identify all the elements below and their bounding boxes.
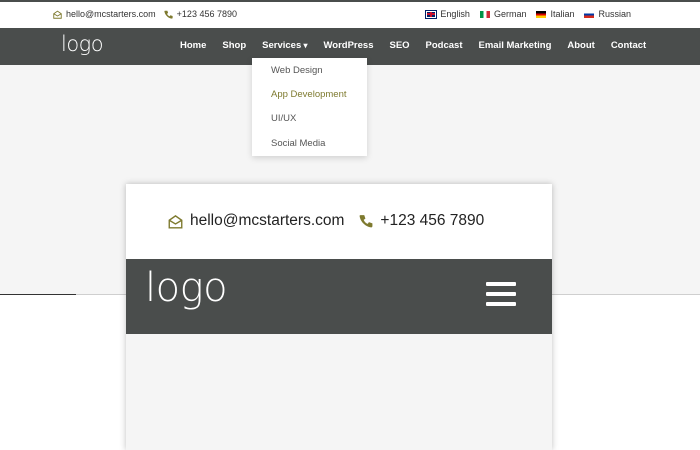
nav-item-seo[interactable]: SEO — [389, 40, 409, 51]
phone-icon — [360, 215, 373, 228]
top-phone-link[interactable]: +123 456 7890 — [164, 9, 237, 19]
top-email-link[interactable]: hello@mcstarters.com — [53, 9, 156, 19]
mobile-top-bar: hello@mcstarters.com +123 456 7890 — [126, 184, 552, 259]
top-email-text: hello@mcstarters.com — [66, 9, 156, 19]
hamburger-line — [486, 302, 516, 306]
dropdown-item-app-development[interactable]: App Development — [271, 89, 347, 100]
top-info-bar: hello@mcstarters.com +123 456 7890 Engli… — [0, 0, 700, 28]
hamburger-line — [486, 282, 516, 286]
language-russian[interactable]: Russian — [584, 9, 631, 19]
language-label: Italian — [550, 9, 575, 19]
nav-item-about[interactable]: About — [567, 40, 594, 51]
top-contact-info: hello@mcstarters.com +123 456 7890 — [53, 9, 245, 19]
services-dropdown: Web Design App Development UI/UX Social … — [252, 58, 367, 156]
mobile-site-logo[interactable]: logo — [145, 265, 228, 311]
nav-item-services[interactable]: Services — [262, 40, 307, 51]
mobile-navbar: logo — [126, 259, 552, 334]
envelope-icon — [53, 10, 62, 19]
site-logo[interactable]: logo — [61, 32, 104, 56]
nav-item-podcast[interactable]: Podcast — [426, 40, 463, 51]
section-divider-accent — [0, 294, 76, 295]
language-label: Russian — [598, 9, 631, 19]
flag-uk-icon — [425, 9, 438, 19]
nav-item-wordpress[interactable]: WordPress — [324, 40, 374, 51]
mobile-header-preview: hello@mcstarters.com +123 456 7890 logo — [126, 184, 552, 450]
flag-italy-icon — [479, 10, 490, 18]
flag-russia-icon — [584, 10, 595, 18]
mobile-phone-link[interactable]: +123 456 7890 — [359, 212, 484, 230]
language-label: German — [493, 9, 527, 19]
main-menu: Home Shop Services WordPress SEO Podcast… — [180, 40, 662, 51]
dropdown-item-web-design[interactable]: Web Design — [271, 65, 323, 76]
flag-germany-icon — [536, 10, 547, 18]
envelope-icon — [168, 214, 183, 228]
phone-icon — [164, 10, 173, 19]
dropdown-item-social-media[interactable]: Social Media — [271, 138, 325, 149]
nav-item-email-marketing[interactable]: Email Marketing — [479, 40, 552, 51]
hamburger-icon[interactable] — [486, 282, 516, 310]
dropdown-item-ui-ux[interactable]: UI/UX — [271, 113, 296, 124]
top-phone-text: +123 456 7890 — [176, 9, 237, 19]
mobile-phone-text: +123 456 7890 — [380, 212, 485, 229]
nav-item-home[interactable]: Home — [180, 40, 206, 51]
mobile-contact-info: hello@mcstarters.com +123 456 7890 — [168, 212, 499, 230]
hamburger-line — [486, 292, 516, 296]
language-switcher: English German Italian Russian — [416, 9, 631, 19]
mobile-email-link[interactable]: hello@mcstarters.com — [168, 212, 344, 230]
mobile-email-text: hello@mcstarters.com — [190, 212, 345, 229]
nav-item-shop[interactable]: Shop — [222, 40, 246, 51]
language-english[interactable]: English — [425, 9, 470, 19]
language-german[interactable]: German — [479, 9, 527, 19]
language-label: English — [440, 9, 470, 19]
nav-item-contact[interactable]: Contact — [611, 40, 646, 51]
language-italian[interactable]: Italian — [536, 9, 574, 19]
